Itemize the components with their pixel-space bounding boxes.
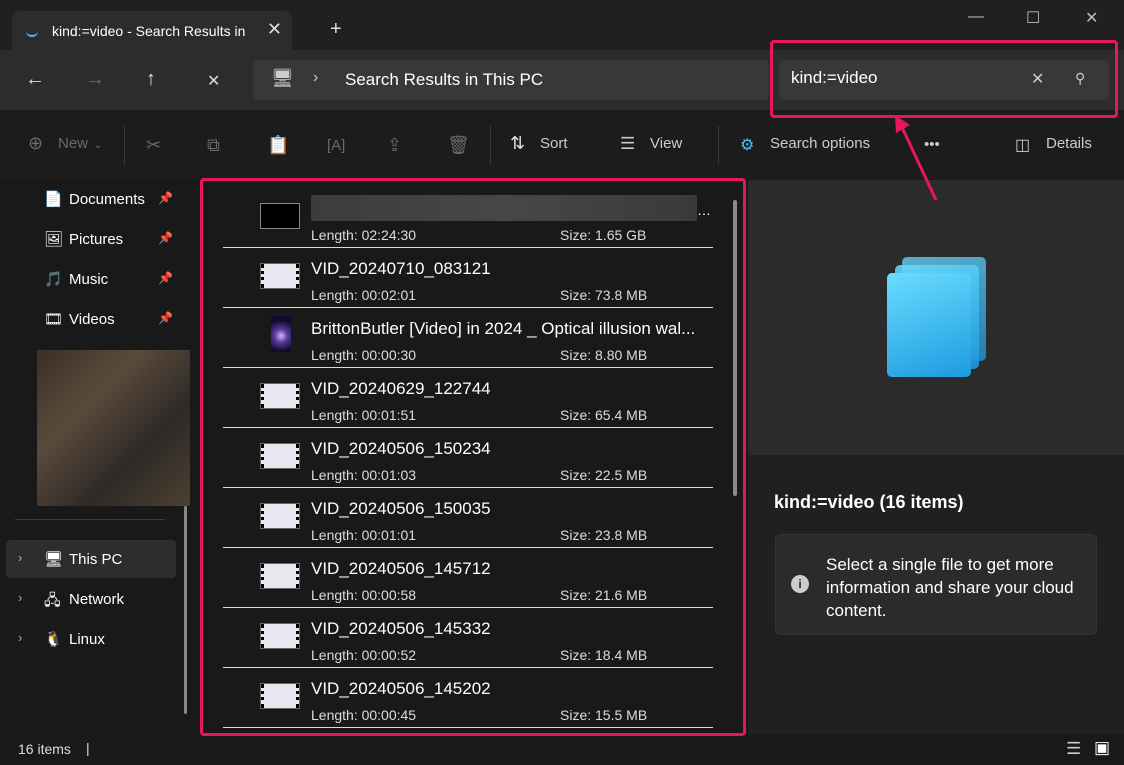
plus-circle-icon: ⊕ bbox=[28, 133, 44, 153]
pictures-icon: 🖼 bbox=[44, 231, 64, 248]
pin-icon: 📌 bbox=[158, 191, 173, 205]
info-icon: i bbox=[791, 575, 809, 593]
details-title: kind:=video (16 items) bbox=[774, 492, 964, 512]
up-button[interactable]: ↑ bbox=[146, 68, 156, 91]
pc-icon: 🖥 bbox=[271, 68, 294, 88]
pin-icon: 📌 bbox=[158, 311, 173, 325]
chevron-down-icon: ⌄ bbox=[94, 140, 103, 151]
minimize-button[interactable]: — bbox=[968, 8, 984, 26]
music-icon: 🎵 bbox=[44, 271, 63, 288]
close-window-button[interactable]: ✕ bbox=[1085, 8, 1098, 28]
view-button[interactable]: View bbox=[650, 135, 682, 152]
copy-icon[interactable]: ⧉ bbox=[207, 135, 220, 156]
pin-icon: 📌 bbox=[158, 271, 173, 285]
tab-close-icon[interactable]: ✕ bbox=[267, 19, 282, 40]
tab-title: kind:=video - Search Results in bbox=[52, 23, 246, 39]
sort-button[interactable]: Sort bbox=[540, 135, 568, 152]
results-highlight bbox=[200, 178, 746, 736]
status-divider: | bbox=[86, 740, 90, 756]
new-tab-button[interactable]: + bbox=[330, 18, 342, 41]
divider bbox=[490, 126, 491, 164]
sidebar-item-network[interactable]: › 🖧 Network bbox=[6, 580, 176, 618]
share-icon[interactable]: ⇪ bbox=[387, 135, 402, 156]
documents-icon: 📄 bbox=[44, 191, 63, 208]
new-button[interactable]: New bbox=[58, 135, 88, 152]
item-count: 16 items bbox=[18, 741, 71, 757]
tab-search-results[interactable]: kind:=video - Search Results in ✕ bbox=[12, 11, 292, 51]
divider bbox=[15, 519, 165, 520]
maximize-button[interactable]: ☐ bbox=[1026, 8, 1040, 28]
pc-icon: 🖥 bbox=[44, 551, 64, 568]
sidebar-item-linux[interactable]: › 🐧 Linux bbox=[6, 620, 176, 658]
tiles-view-icon[interactable]: ▣ bbox=[1094, 738, 1110, 758]
loading-icon bbox=[26, 25, 38, 37]
details-button[interactable]: Details bbox=[1046, 135, 1092, 152]
divider bbox=[718, 126, 719, 164]
cut-icon[interactable]: ✂ bbox=[146, 135, 161, 156]
sidebar-item-music[interactable]: 🎵 Music 📌 bbox=[6, 260, 176, 298]
stop-button[interactable]: ✕ bbox=[207, 71, 220, 91]
expand-chevron-icon[interactable]: › bbox=[18, 590, 22, 605]
sidebar-scrollbar[interactable] bbox=[184, 506, 187, 714]
sidebar-item-pictures[interactable]: 🖼 Pictures 📌 bbox=[6, 220, 176, 258]
sidebar-item-this-pc[interactable]: › 🖥 This PC bbox=[6, 540, 176, 578]
redacted-area bbox=[37, 350, 190, 506]
files-stack-icon-layer bbox=[887, 273, 971, 377]
rename-icon[interactable]: [A] bbox=[327, 137, 345, 154]
videos-icon: 🎞 bbox=[44, 311, 64, 328]
network-icon: 🖧 bbox=[44, 592, 61, 609]
details-view-icon[interactable]: ☰ bbox=[1066, 739, 1081, 759]
back-button[interactable]: ← bbox=[25, 68, 45, 91]
info-box: i Select a single file to get more infor… bbox=[775, 534, 1097, 635]
search-options-button[interactable]: Search options bbox=[770, 135, 870, 152]
details-pane-icon: ◫ bbox=[1015, 137, 1031, 154]
expand-chevron-icon[interactable]: › bbox=[18, 550, 22, 565]
paste-icon[interactable]: 📋 bbox=[267, 135, 289, 156]
address-bar[interactable]: 🖥 › Search Results in This PC bbox=[253, 60, 769, 100]
view-icon: ☰ bbox=[620, 134, 636, 153]
divider bbox=[124, 126, 125, 164]
forward-button[interactable]: → bbox=[85, 68, 105, 91]
delete-icon[interactable]: 🗑 bbox=[447, 135, 470, 156]
pin-icon: 📌 bbox=[158, 231, 173, 245]
expand-chevron-icon[interactable]: › bbox=[18, 630, 22, 645]
sort-icon: ⇅ bbox=[510, 133, 526, 153]
info-text: Select a single file to get more informa… bbox=[826, 555, 1074, 620]
search-highlight bbox=[770, 40, 1118, 118]
status-bar: 16 items | ☰ ▣ bbox=[0, 735, 1124, 765]
breadcrumb-chevron[interactable]: › bbox=[313, 69, 318, 87]
breadcrumb-path[interactable]: Search Results in This PC bbox=[345, 70, 543, 90]
sidebar-item-documents[interactable]: 📄 Documents 📌 bbox=[6, 180, 176, 218]
annotation-arrow bbox=[895, 115, 938, 201]
search-options-icon: ⚙ bbox=[740, 137, 755, 154]
linux-icon: 🐧 bbox=[44, 631, 63, 648]
sidebar-item-videos[interactable]: 🎞 Videos 📌 bbox=[6, 300, 176, 338]
